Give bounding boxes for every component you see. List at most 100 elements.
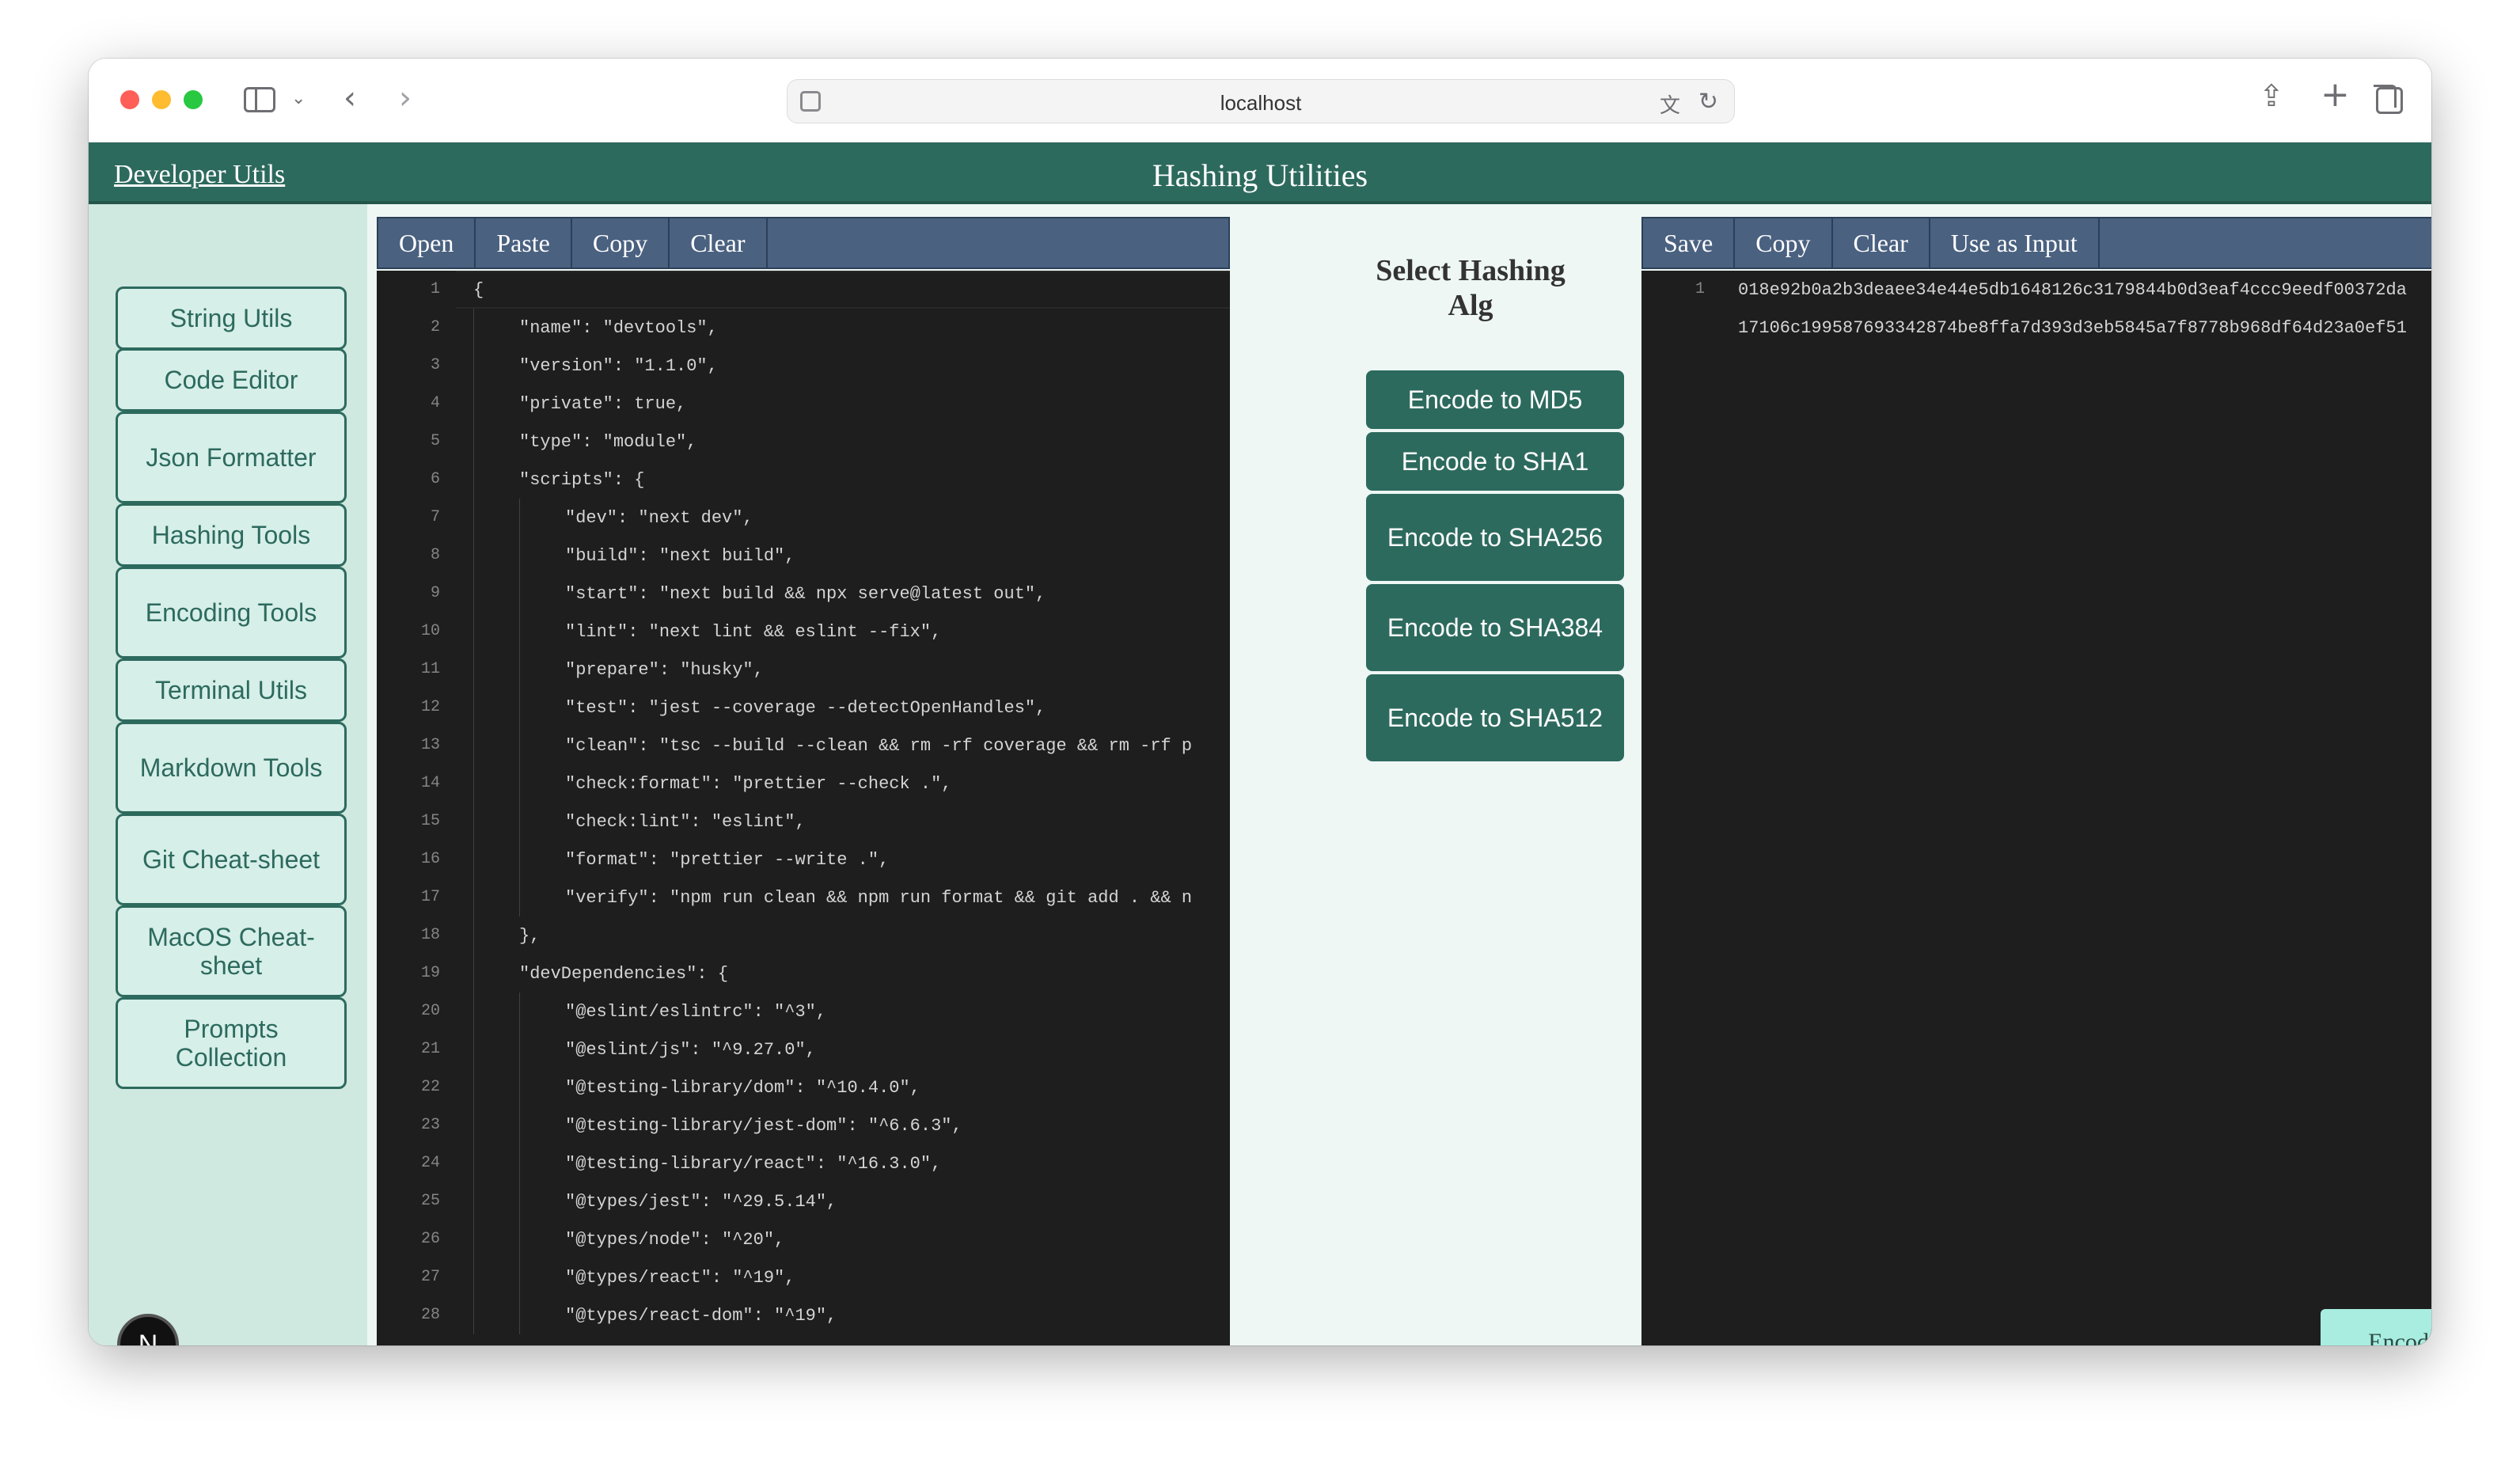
input-editor-line: 28 "@types/react-dom": "^19",: [377, 1296, 1230, 1334]
line-number: 24: [420, 1154, 440, 1172]
sidebar-item-encoding-tools[interactable]: Encoding Tools: [116, 567, 347, 658]
input-editor-line: 3 "version": "1.1.0",: [377, 347, 1230, 385]
translate-icon[interactable]: 文: [1660, 89, 1680, 119]
code-text: "dev": "next dev",: [565, 508, 753, 528]
indent-guide: [519, 765, 520, 803]
encode-sha384-button[interactable]: Encode to SHA384: [1366, 584, 1624, 671]
forward-icon[interactable]: ›: [399, 82, 412, 114]
indent-guide: [519, 1296, 520, 1334]
sidebar-item-code-editor[interactable]: Code Editor: [116, 348, 347, 412]
avatar[interactable]: N: [117, 1314, 179, 1345]
use-as-input-button[interactable]: Use as Input: [1930, 218, 2100, 268]
share-icon[interactable]: ⇪: [2259, 81, 2284, 111]
save-button[interactable]: Save: [1643, 218, 1736, 268]
encode-md5-button[interactable]: Encode to MD5: [1366, 370, 1624, 429]
back-icon[interactable]: ‹: [343, 82, 356, 114]
line-number: 3: [430, 356, 440, 374]
line-number: 21: [420, 1040, 440, 1058]
code-text: 17106c199587693342874be8ffa7d393d3eb5845…: [1738, 318, 2407, 338]
copy-output-button[interactable]: Copy: [1735, 218, 1833, 268]
line-number: 17: [420, 888, 440, 906]
input-code-editor[interactable]: 1{2 "name": "devtools", 3 "version": "1.1.0…: [377, 271, 1230, 1345]
indent-guide: [473, 613, 474, 651]
indent-guide: [519, 1220, 520, 1258]
indent-guide: [473, 651, 474, 689]
indent-guide: [473, 1258, 474, 1296]
code-text: "prepare": "husky",: [565, 660, 764, 680]
input-editor-line: 6 "scripts": {: [377, 461, 1230, 499]
input-editor-line: 22 "@testing-library/dom": "^10.4.0",: [377, 1068, 1230, 1106]
open-button[interactable]: Open: [378, 218, 476, 268]
code-text: },: [519, 926, 541, 946]
code-text: "@types/jest": "^29.5.14",: [565, 1192, 837, 1212]
input-editor-line: 20 "@eslint/eslintrc": "^3",: [377, 992, 1230, 1030]
line-number: 23: [420, 1116, 440, 1134]
input-editor-line: 17 "verify": "npm run clean && npm run fo…: [377, 878, 1230, 916]
input-editor-line: 26 "@types/node": "^20",: [377, 1220, 1230, 1258]
sidebar-item-hashing-tools[interactable]: Hashing Tools: [116, 503, 347, 567]
sidebar-item-string-utils[interactable]: String Utils: [116, 287, 347, 350]
indent-guide: [519, 613, 520, 651]
input-editor-line: 8 "build": "next build",: [377, 537, 1230, 575]
indent-guide: [473, 727, 474, 765]
input-editor-line: 15 "check:lint": "eslint",: [377, 803, 1230, 841]
line-number: 4: [430, 394, 440, 412]
sidebar-item-json-formatter[interactable]: Json Formatter: [116, 412, 347, 503]
indent-guide: [473, 1068, 474, 1106]
code-text: {: [473, 280, 484, 300]
browser-toolbar: ⌄ ‹ › localhost 文 ↻ ⇪ +: [89, 59, 2431, 142]
status-toast: Encode to SHA512 executed: [2321, 1309, 2431, 1345]
zoom-window-button[interactable]: [184, 90, 203, 109]
address-bar[interactable]: localhost 文 ↻: [787, 79, 1735, 123]
sidebar-toggle-icon[interactable]: [244, 87, 275, 112]
line-number: 1: [430, 280, 440, 298]
minimize-window-button[interactable]: [152, 90, 171, 109]
encode-sha256-button[interactable]: Encode to SHA256: [1366, 494, 1624, 581]
input-editor-line: 1{: [377, 271, 1230, 309]
sidebar-item-git-cheatsheet[interactable]: Git Cheat-sheet: [116, 814, 347, 905]
indent-guide: [519, 803, 520, 841]
indent-guide: [473, 1144, 474, 1182]
indent-guide: [519, 878, 520, 916]
indent-guide: [519, 689, 520, 727]
indent-guide: [473, 1220, 474, 1258]
line-number: 19: [420, 964, 440, 982]
algorithm-selector-title: Select Hashing Alg: [1376, 254, 1566, 322]
code-text: "@types/react": "^19",: [565, 1268, 795, 1288]
code-text: "type": "module",: [519, 432, 697, 452]
input-editor-line: 27 "@types/react": "^19",: [377, 1258, 1230, 1296]
indent-guide: [519, 651, 520, 689]
sidebar-item-prompts-collection[interactable]: Prompts Collection: [116, 997, 347, 1089]
sidebar-item-terminal-utils[interactable]: Terminal Utils: [116, 658, 347, 722]
clear-input-button[interactable]: Clear: [670, 218, 768, 268]
paste-button[interactable]: Paste: [476, 218, 572, 268]
close-window-button[interactable]: [120, 90, 139, 109]
line-number: 9: [430, 584, 440, 602]
line-number: 18: [420, 926, 440, 944]
indent-guide: [519, 1258, 520, 1296]
code-text: "scripts": {: [519, 470, 645, 490]
app-header: Developer Utils Hashing Utilities: [89, 142, 2431, 204]
chevron-down-icon[interactable]: ⌄: [291, 90, 306, 108]
reload-icon[interactable]: ↻: [1698, 88, 1718, 116]
indent-guide: [473, 803, 474, 841]
indent-guide: [473, 689, 474, 727]
sidebar-item-markdown-tools[interactable]: Markdown Tools: [116, 722, 347, 814]
input-editor-line: 2 "name": "devtools",: [377, 309, 1230, 347]
sidebar-item-macos-cheatsheet[interactable]: MacOS Cheat-sheet: [116, 905, 347, 997]
output-code-editor[interactable]: 1 018e92b0a2b3deaee34e44e5db1648126c31798…: [1641, 271, 2431, 1345]
input-editor-line: 4 "private": true,: [377, 385, 1230, 423]
copy-input-button[interactable]: Copy: [572, 218, 670, 268]
encode-sha1-button[interactable]: Encode to SHA1: [1366, 432, 1624, 491]
code-text: "version": "1.1.0",: [519, 356, 718, 376]
encode-sha512-button[interactable]: Encode to SHA512: [1366, 674, 1624, 761]
clear-output-button[interactable]: Clear: [1833, 218, 1930, 268]
indent-guide: [519, 1182, 520, 1220]
indent-guide: [519, 537, 520, 575]
new-tab-icon[interactable]: +: [2321, 78, 2350, 112]
indent-guide: [519, 1106, 520, 1144]
line-number: 22: [420, 1078, 440, 1096]
tab-overview-icon[interactable]: [2376, 87, 2403, 114]
code-text: "verify": "npm run clean && npm run form…: [565, 888, 1193, 908]
main-content: Open Paste Copy Clear 1{2 "name": "devtoo…: [367, 204, 2431, 1345]
